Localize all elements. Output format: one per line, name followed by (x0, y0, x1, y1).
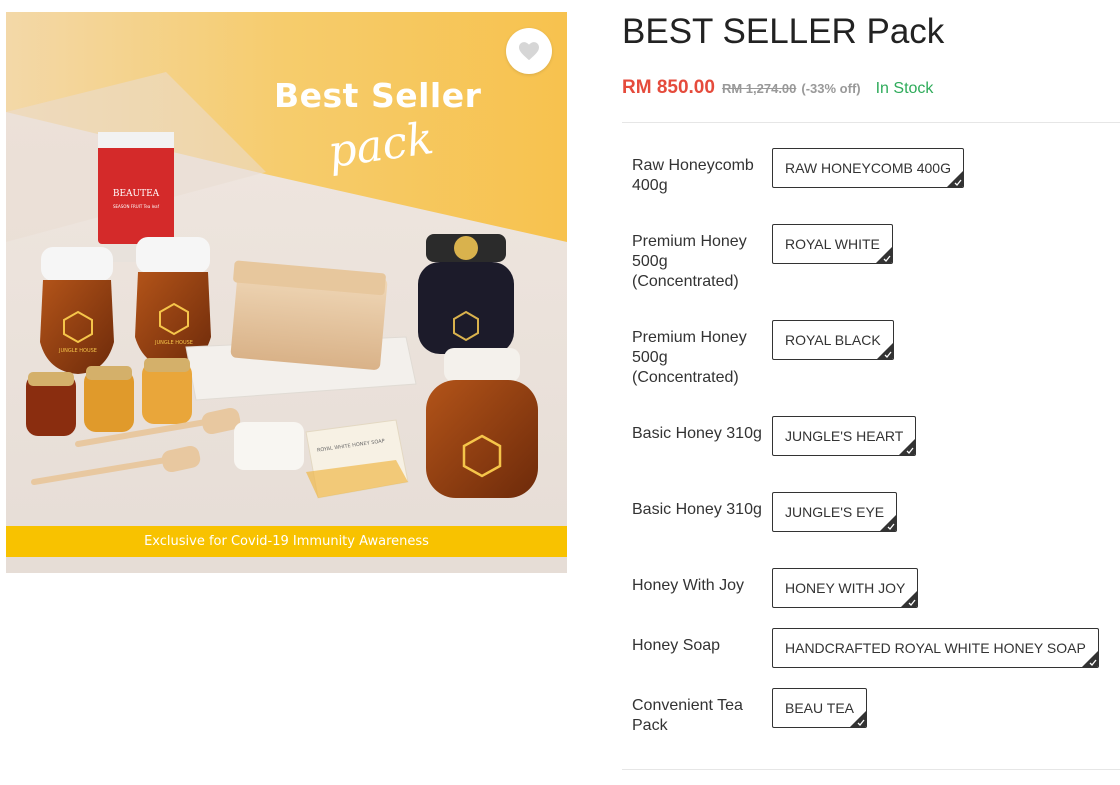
variant-option-jungles-heart[interactable]: JUNGLE'S HEART (772, 416, 917, 456)
bundle-item-label: Honey Soap (632, 637, 721, 654)
variant-option-beau-tea[interactable]: BEAU TEA (772, 688, 867, 728)
variant-option-label: BEAU TEA (785, 700, 854, 716)
variant-option-raw-honeycomb[interactable]: RAW HONEYCOMB 400G (772, 148, 964, 188)
discount-badge: (-33% off) (801, 81, 861, 96)
divider (622, 769, 1120, 770)
variant-option-label: ROYAL BLACK (785, 332, 881, 348)
heart-icon (519, 42, 539, 61)
image-headline: Best Seller (274, 76, 482, 115)
selected-check-icon (876, 343, 893, 359)
bundle-item-label: Convenient Tea Pack (632, 697, 743, 734)
variant-option-royal-white[interactable]: ROYAL WHITE (772, 224, 893, 264)
variant-option-jungles-eye[interactable]: JUNGLE'S EYE (772, 492, 898, 532)
product-image[interactable]: BEAUTEA SEASON FRUIT Tea leaf JUNGLE HOU… (6, 12, 567, 573)
variant-option-handcrafted-soap[interactable]: HANDCRAFTED ROYAL WHITE HONEY SOAP (772, 628, 1099, 668)
divider (622, 122, 1120, 123)
selected-check-icon (1081, 651, 1098, 667)
selected-check-icon (875, 247, 892, 263)
price-row: RM 850.00 RM 1,274.00 (-33% off) In Stoc… (622, 77, 933, 99)
selected-check-icon (880, 515, 897, 531)
dark-honey-jar (418, 234, 514, 354)
bundle-item-label: Raw Honeycomb 400g (632, 157, 754, 194)
image-banner: Exclusive for Covid-19 Immunity Awarenes… (6, 526, 567, 557)
variant-option-label: JUNGLE'S EYE (785, 504, 885, 520)
selected-check-icon (901, 591, 918, 607)
selected-check-icon (946, 171, 963, 187)
current-price: RM 850.00 (622, 77, 715, 98)
tea-pouch-subtext: SEASON FRUIT Tea leaf (113, 204, 160, 209)
bottle-brand-right: JUNGLE HOUSE (154, 340, 193, 346)
bundle-item-label: Honey With Joy (632, 577, 745, 594)
variant-option-label: ROYAL WHITE (785, 236, 880, 252)
honeycomb (230, 260, 388, 370)
variant-option-label: HANDCRAFTED ROYAL WHITE HONEY SOAP (785, 640, 1086, 656)
variant-option-royal-black[interactable]: ROYAL BLACK (772, 320, 894, 360)
tea-pouch-brand: BEAUTEA (113, 189, 160, 199)
selected-check-icon (850, 711, 866, 727)
bundle-item-label: Basic Honey 310g (632, 501, 762, 518)
variant-option-label: JUNGLE'S HEART (785, 428, 904, 444)
product-title: BEST SELLER Pack (622, 12, 945, 51)
bundle-item-label: Premium Honey 500g (Concentrated) (632, 233, 747, 290)
variant-option-label: RAW HONEYCOMB 400G (785, 160, 951, 176)
bottle-brand-left: JUNGLE HOUSE (58, 348, 97, 354)
bundle-item-label: Premium Honey 500g (Concentrated) (632, 329, 747, 386)
variant-option-honey-with-joy[interactable]: HONEY WITH JOY (772, 568, 919, 608)
selected-check-icon (899, 439, 916, 455)
squeeze-bottle-left: JUNGLE HOUSE (40, 247, 114, 374)
original-price: RM 1,274.00 (721, 81, 797, 96)
variant-option-label: HONEY WITH JOY (785, 580, 906, 596)
bundle-item-label: Basic Honey 310g (632, 425, 762, 442)
stock-status: In Stock (875, 80, 934, 97)
wishlist-button[interactable] (506, 28, 552, 74)
soap-bar (234, 422, 304, 470)
